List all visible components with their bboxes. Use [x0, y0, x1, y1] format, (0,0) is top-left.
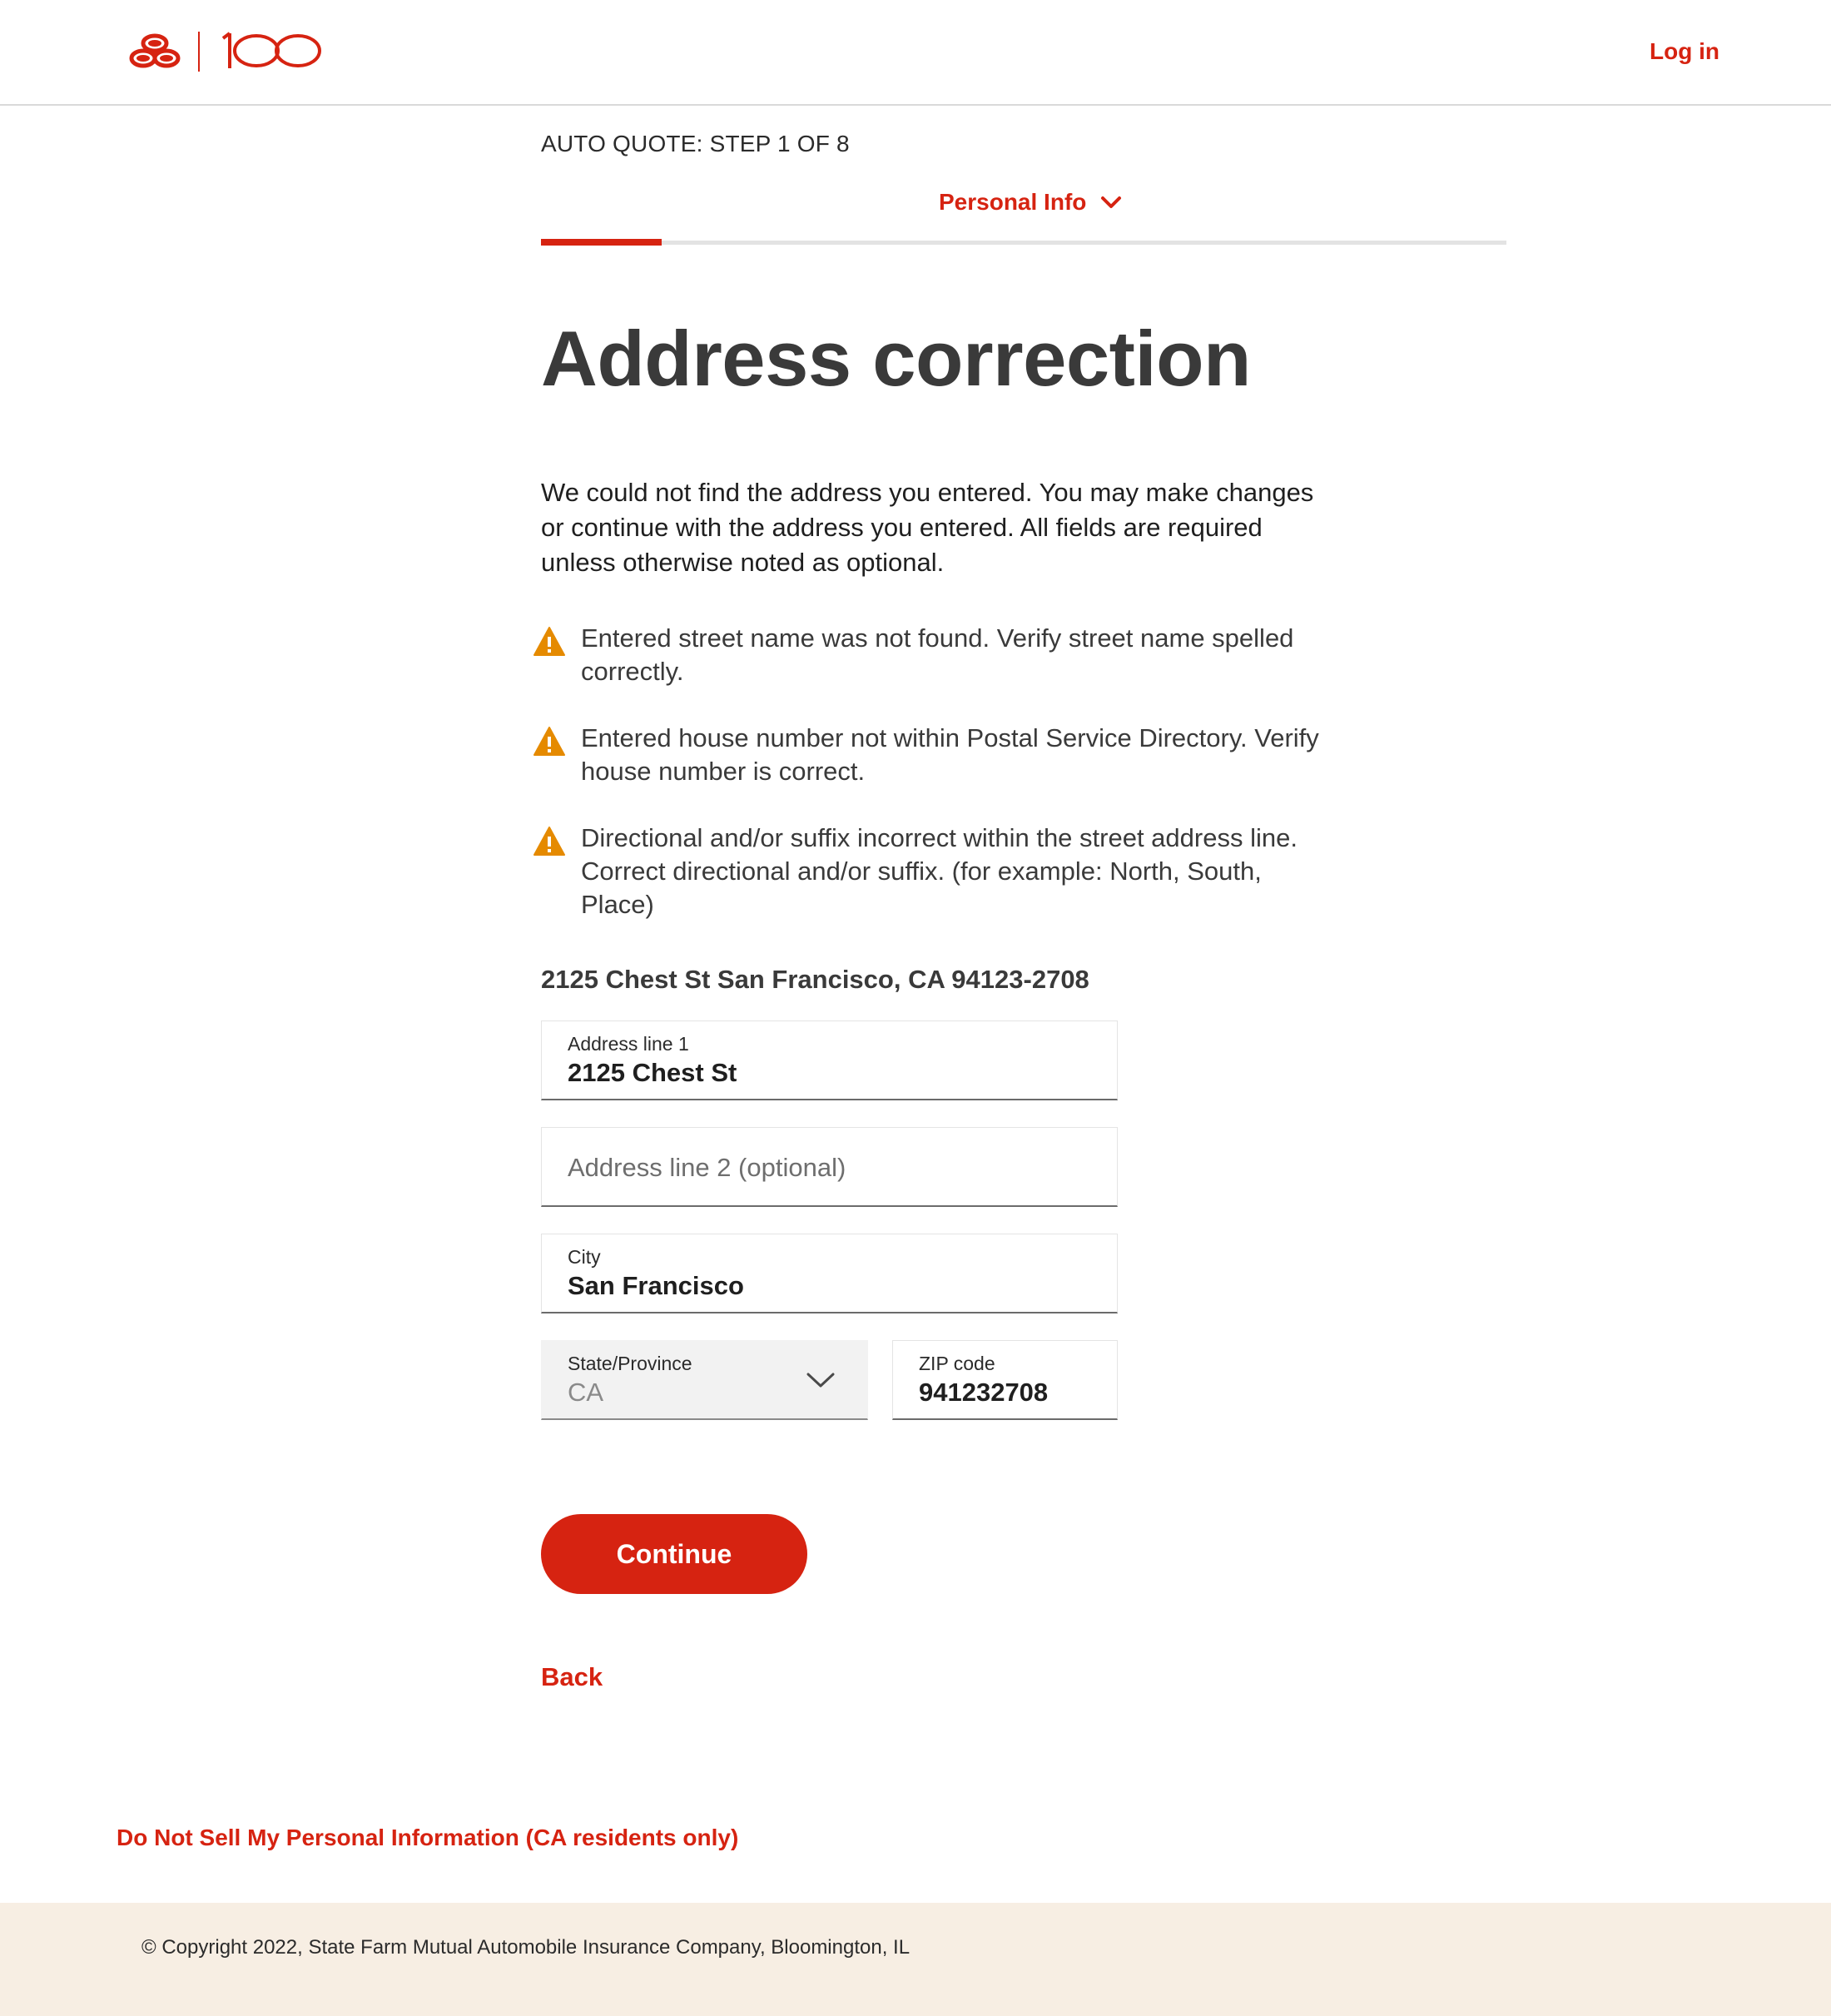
- state-farm-100-logo[interactable]: [125, 28, 326, 75]
- progress-bar-fill: [541, 239, 662, 246]
- copyright-text: © Copyright 2022, State Farm Mutual Auto…: [141, 1936, 911, 1959]
- page-title: Address correction: [541, 315, 1251, 402]
- intro-text: We could not find the address you entere…: [541, 478, 1314, 577]
- warning-text: Entered street name was not found. Verif…: [581, 623, 1294, 686]
- address-line-1-value[interactable]: 2125 Chest St: [568, 1058, 737, 1088]
- state-label: State/Province: [568, 1353, 692, 1374]
- city-value[interactable]: San Francisco: [568, 1271, 744, 1301]
- login-link[interactable]: Log in: [1650, 38, 1719, 65]
- zip-code-value[interactable]: 941232708: [919, 1378, 1048, 1408]
- site-footer: © Copyright 2022, State Farm Mutual Auto…: [0, 1903, 1831, 2016]
- warning-item: Directional and/or suffix incorrect with…: [533, 822, 1332, 921]
- warning-icon: [533, 727, 565, 756]
- address-line-2-placeholder: Address line 2 (optional): [568, 1153, 846, 1182]
- centennial-100-logo-icon: [221, 32, 321, 68]
- continue-button[interactable]: Continue: [541, 1514, 807, 1594]
- section-dropdown-toggle[interactable]: Personal Info: [939, 189, 1123, 216]
- do-not-sell-link[interactable]: Do Not Sell My Personal Information (CA …: [117, 1825, 738, 1851]
- chevron-down-icon: [806, 1373, 835, 1388]
- city-label: City: [568, 1246, 601, 1268]
- section-dropdown-label: Personal Info: [939, 189, 1087, 215]
- entered-address: 2125 Chest St San Francisco, CA 94123-27…: [541, 965, 1089, 994]
- address-line-1-field[interactable]: Address line 1 2125 Chest St: [541, 1020, 1118, 1100]
- warning-list: Entered street name was not found. Verif…: [533, 622, 1332, 955]
- warning-icon: [533, 627, 565, 656]
- back-link[interactable]: Back: [541, 1662, 603, 1692]
- step-indicator: AUTO QUOTE: STEP 1 OF 8: [541, 131, 850, 156]
- logo-divider: [198, 32, 200, 72]
- zip-code-label: ZIP code: [919, 1353, 995, 1374]
- warning-item: Entered house number not within Postal S…: [533, 722, 1332, 788]
- chevron-down-icon: [1101, 196, 1122, 208]
- warning-item: Entered street name was not found. Verif…: [533, 622, 1332, 688]
- city-field[interactable]: City San Francisco: [541, 1234, 1118, 1313]
- warning-icon: [533, 827, 565, 856]
- state-select[interactable]: State/Province CA: [541, 1340, 868, 1420]
- three-ovals-logo-icon: [129, 33, 181, 68]
- site-header: Log in: [0, 0, 1831, 106]
- zip-code-field[interactable]: ZIP code 941232708: [892, 1340, 1118, 1420]
- progress-bar: [541, 239, 1506, 246]
- state-value: CA: [568, 1378, 604, 1407]
- address-line-2-field[interactable]: Address line 2 (optional): [541, 1127, 1118, 1207]
- address-line-1-label: Address line 1: [568, 1033, 689, 1055]
- warning-text: Entered house number not within Postal S…: [581, 723, 1319, 786]
- warning-text: Directional and/or suffix incorrect with…: [581, 823, 1298, 919]
